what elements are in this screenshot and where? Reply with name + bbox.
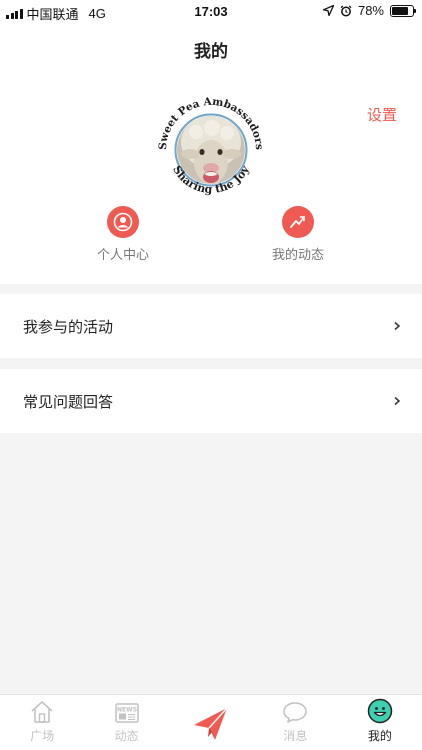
tab-messages[interactable]: 消息 — [253, 695, 337, 750]
personal-center-label: 个人中心 — [96, 247, 149, 262]
tab-publish[interactable] — [169, 695, 253, 750]
alarm-clock-icon — [340, 4, 352, 16]
location-arrow-icon — [322, 5, 334, 16]
settings-link[interactable]: 设置 — [367, 104, 397, 125]
chat-bubble-icon — [283, 702, 308, 723]
tab-bar: 广场 NEWS 动态 消息 我的 — [0, 694, 422, 750]
svg-text:NEWS: NEWS — [117, 707, 137, 714]
personal-center-button[interactable]: 个人中心 — [73, 206, 173, 263]
tab-square[interactable]: 广场 — [0, 695, 84, 750]
menu-item-label: 我参与的活动 — [23, 318, 114, 336]
tab-label: 广场 — [30, 729, 55, 743]
chevron-right-icon — [394, 396, 401, 406]
my-updates-label: 我的动态 — [271, 247, 324, 262]
paper-plane-icon — [194, 707, 228, 740]
status-bar: 中国联通 4G 17:03 78% — [0, 0, 422, 22]
tab-label: 我的 — [367, 729, 392, 743]
house-icon — [31, 701, 53, 723]
person-icon — [107, 206, 139, 238]
my-updates-button[interactable]: 我的动态 — [248, 206, 348, 263]
menu-item-label: 常见问题回答 — [23, 393, 114, 411]
trend-icon — [282, 206, 314, 238]
avatar-logo: Sweet Pea Ambassadors Sharing the Joy — [157, 96, 265, 196]
battery-percent: 78% — [357, 3, 384, 18]
menu-item-my-activities[interactable]: 我参与的活动 — [0, 294, 422, 358]
battery-icon — [390, 4, 416, 17]
tab-updates[interactable]: NEWS 动态 — [84, 695, 168, 750]
page-title: 我的 — [194, 42, 228, 61]
tab-label: 消息 — [283, 729, 308, 743]
news-icon: NEWS — [114, 703, 139, 723]
avatar[interactable]: Sweet Pea Ambassadors Sharing the Joy — [152, 84, 270, 202]
profile-header: 我的 设置 Sweet Pea Ambassadors Sharing the … — [0, 22, 422, 284]
tab-label: 动态 — [114, 729, 139, 743]
status-icons: 78% — [322, 3, 416, 18]
menu-item-faq[interactable]: 常见问题回答 — [0, 369, 422, 433]
tab-mine[interactable]: 我的 — [338, 695, 422, 750]
smiley-icon — [367, 698, 393, 724]
chevron-right-icon — [394, 321, 401, 331]
